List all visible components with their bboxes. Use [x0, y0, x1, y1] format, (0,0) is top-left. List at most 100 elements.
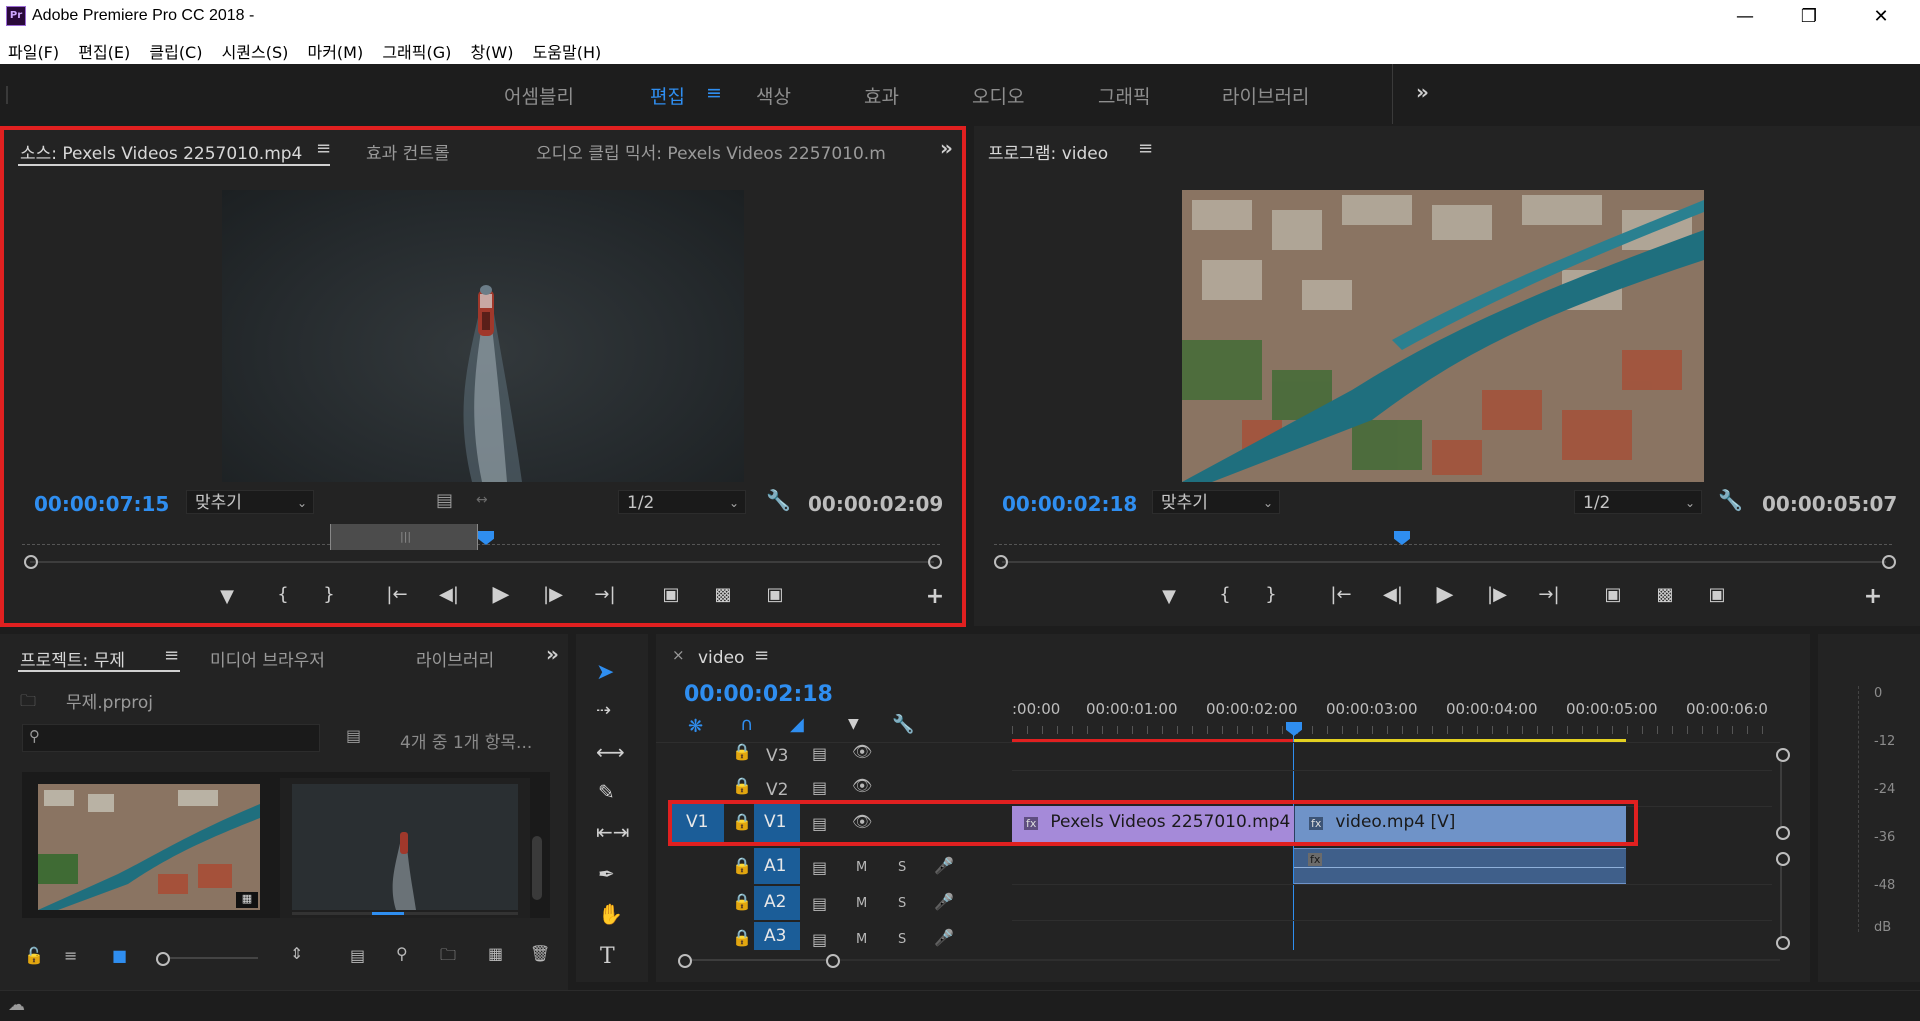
selection-tool-icon[interactable]: ➤ [596, 660, 614, 685]
project-thumbnail-pexels[interactable] [292, 784, 518, 910]
mute-button[interactable]: M [856, 860, 867, 875]
tab-effect-controls[interactable]: 효과 컨트롤 [366, 139, 450, 164]
add-marker-icon[interactable]: ▼ [212, 586, 242, 607]
menu-edit[interactable]: 편집(E) [78, 36, 130, 63]
close-sequence-icon[interactable]: × [672, 646, 685, 664]
step-back-icon[interactable]: ◀| [1378, 584, 1408, 605]
project-scrollbar[interactable] [532, 836, 542, 900]
solo-button[interactable]: S [898, 896, 906, 911]
export-frame-camera-icon[interactable]: ▣ [760, 584, 790, 605]
project-thumbnail-video[interactable]: ▦ [38, 784, 260, 910]
type-tool-icon[interactable]: T [600, 944, 615, 969]
restore-icon[interactable]: ❐ [1780, 0, 1838, 34]
program-zoom-handle-left[interactable] [994, 555, 1008, 569]
audio-vscroll-track[interactable] [1780, 866, 1782, 936]
play-icon[interactable]: ▶ [1430, 582, 1460, 607]
nest-toggle-icon[interactable]: ❋ [688, 716, 703, 737]
timeline-hzoom-left-handle[interactable] [678, 954, 692, 968]
lock-icon[interactable]: 🔒 [732, 776, 752, 795]
extract-icon[interactable]: ▩ [1650, 584, 1680, 605]
drag-video-icon[interactable]: ▤ [436, 490, 453, 511]
menu-graphics[interactable]: 그래픽(G) [382, 36, 451, 63]
timeline-settings-wrench-icon[interactable]: 🔧 [892, 714, 914, 735]
timeline-hzoom-right-handle[interactable] [826, 954, 840, 968]
menu-file[interactable]: 파일(F) [8, 36, 59, 63]
new-bin-icon[interactable]: 🗀 [440, 944, 456, 971]
track-a1-target[interactable]: A1 [754, 848, 800, 884]
microphone-icon[interactable]: 🎤 [934, 892, 954, 911]
menu-sequence[interactable]: 시퀀스(S) [222, 36, 289, 63]
step-back-icon[interactable]: ◀| [434, 584, 464, 605]
go-to-in-icon[interactable]: |← [382, 584, 412, 605]
thumbnail-size-slider-handle[interactable] [156, 952, 170, 966]
track-a2-target[interactable]: A2 [754, 886, 800, 920]
solo-button[interactable]: S [898, 860, 906, 875]
program-panel-menu-icon[interactable]: ≡ [1138, 138, 1153, 159]
linked-selection-icon[interactable]: ◢ [790, 714, 804, 735]
video-vscroll-bottom-handle[interactable] [1776, 826, 1790, 840]
sync-lock-icon[interactable]: ▤ [812, 930, 827, 949]
list-view-icon[interactable]: ≡ [64, 946, 77, 965]
mark-out-icon[interactable]: } [1256, 584, 1286, 605]
drag-audio-icon[interactable]: ↔ [476, 492, 488, 508]
program-scrub-bar[interactable] [1002, 561, 1886, 563]
sync-lock-icon[interactable]: ▤ [812, 744, 827, 763]
tab-program[interactable]: 프로그램: video [988, 139, 1108, 164]
eye-icon[interactable]: 👁 [852, 742, 872, 761]
pen-tool-icon[interactable]: ✒ [598, 862, 615, 886]
audio-vscroll-top-handle[interactable] [1776, 852, 1790, 866]
go-to-out-icon[interactable]: →| [590, 584, 620, 605]
step-forward-icon[interactable]: |▶ [1482, 584, 1512, 605]
solo-button[interactable]: S [898, 932, 906, 947]
mark-in-icon[interactable]: { [268, 584, 298, 605]
timeline-hzoom-bar[interactable] [692, 959, 828, 961]
overwrite-icon[interactable]: ▩ [708, 584, 738, 605]
lock-icon[interactable]: 🔒 [732, 856, 752, 875]
tab-audio-clip-mixer[interactable]: 오디오 클립 믹서: Pexels Videos 2257010.m [536, 139, 906, 164]
workspace-editing[interactable]: 편집 [650, 82, 685, 109]
project-search-input[interactable]: ⚲ [22, 724, 320, 752]
lock-open-icon[interactable]: 🔓 [24, 946, 44, 965]
tab-project[interactable]: 프로젝트: 무제 [20, 646, 125, 671]
step-forward-icon[interactable]: |▶ [538, 584, 568, 605]
microphone-icon[interactable]: 🎤 [934, 856, 954, 875]
eye-icon[interactable]: 👁 [852, 776, 872, 795]
program-resolution-select[interactable]: 1/2 ⌄ [1574, 490, 1702, 514]
sync-lock-icon[interactable]: ▤ [812, 894, 827, 913]
icon-view-icon[interactable]: ■ [112, 946, 127, 965]
track-select-tool-icon[interactable]: ⇢ [596, 700, 611, 721]
video-vscroll-track[interactable] [1780, 762, 1782, 826]
timeline-current-timecode[interactable]: 00:00:02:18 [684, 682, 833, 707]
timeline-ruler-ticks[interactable] [1012, 726, 1772, 734]
source-scrub-bar[interactable] [30, 561, 934, 563]
razor-tool-icon[interactable]: ✎ [598, 780, 615, 804]
trash-icon[interactable]: 🗑 [530, 944, 550, 963]
automate-to-sequence-icon[interactable]: ▤ [350, 946, 365, 965]
workspace-menu-icon[interactable]: ≡ [706, 82, 722, 104]
workspace-audio[interactable]: 오디오 [972, 82, 1024, 109]
lock-icon[interactable]: 🔒 [732, 892, 752, 911]
program-time-ruler[interactable] [994, 544, 1892, 546]
workspace-libraries[interactable]: 라이브러리 [1222, 82, 1309, 109]
creative-cloud-icon[interactable]: ☁ [8, 995, 25, 1015]
add-marker-icon[interactable]: ▼ [1154, 586, 1184, 607]
menu-window[interactable]: 창(W) [470, 36, 513, 63]
project-panel-more-icon[interactable]: » [546, 642, 559, 666]
mute-button[interactable]: M [856, 932, 867, 947]
workspace-assembly[interactable]: 어셈블리 [504, 82, 574, 109]
sync-lock-icon[interactable]: ▤ [812, 778, 827, 797]
go-to-in-icon[interactable]: |← [1326, 584, 1356, 605]
source-time-ruler[interactable] [22, 544, 940, 546]
menu-clip[interactable]: 클립(C) [149, 36, 202, 63]
folder-up-icon[interactable]: 🗀 [20, 690, 36, 717]
source-resolution-select[interactable]: 1/2 ⌄ [618, 490, 746, 514]
find-icon[interactable]: ⚲ [396, 944, 408, 963]
workspace-color[interactable]: 색상 [756, 82, 791, 109]
export-frame-camera-icon[interactable]: ▣ [1702, 584, 1732, 605]
program-current-timecode[interactable]: 00:00:02:18 [1002, 492, 1137, 516]
program-settings-wrench-icon[interactable]: 🔧 [1718, 488, 1743, 512]
audio-vscroll-bottom-handle[interactable] [1776, 936, 1790, 950]
source-panel-menu-icon[interactable]: ≡ [316, 138, 331, 159]
snap-magnet-icon[interactable]: ∩ [740, 714, 753, 735]
program-zoom-select[interactable]: 맞추기 ⌄ [1152, 490, 1280, 514]
